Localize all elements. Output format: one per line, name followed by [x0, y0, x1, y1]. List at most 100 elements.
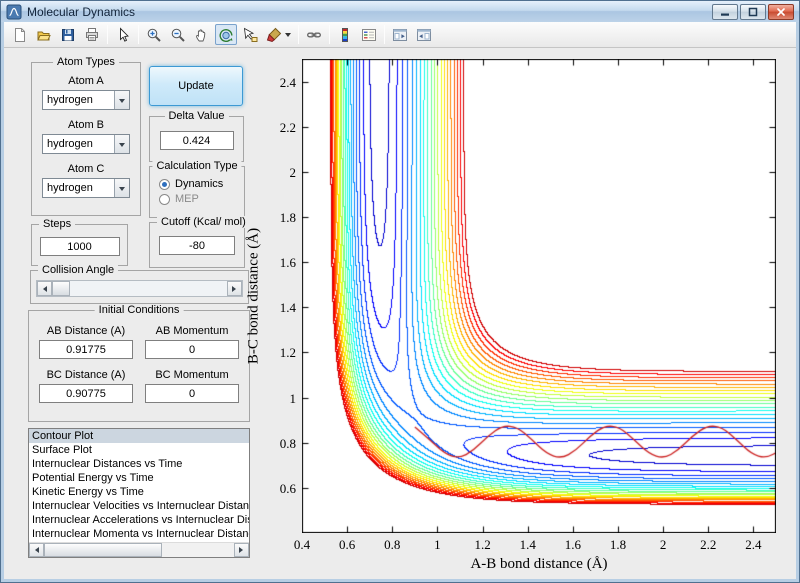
x-tick-label: 0.8: [374, 537, 410, 553]
x-tick-label: 1.2: [465, 537, 501, 553]
slider-left-arrow-button[interactable]: [37, 281, 52, 296]
y-axis-label: B-C bond distance (Å): [246, 228, 263, 364]
scroll-right-button[interactable]: [234, 543, 249, 557]
ab-momentum-field[interactable]: [145, 340, 239, 359]
dropdown-arrow-button[interactable]: [114, 91, 129, 109]
zoom-in-button[interactable]: [143, 24, 165, 45]
x-tick-label: 2.2: [690, 537, 726, 553]
slider-thumb[interactable]: [52, 281, 70, 296]
mep-label: MEP: [175, 193, 199, 205]
close-button[interactable]: [768, 4, 794, 20]
x-tick-label: 0.6: [329, 537, 365, 553]
scrollbar-thumb[interactable]: [44, 543, 162, 557]
toolbar-separator: [298, 25, 299, 44]
ab-distance-a-label: AB Distance (A): [39, 325, 133, 337]
list-item[interactable]: Surface Plot: [29, 443, 249, 457]
steps-field[interactable]: [40, 237, 120, 256]
atom-b-row: Atom Bhydrogen: [32, 119, 140, 154]
initial-conditions-grid: AB Distance (A)AB MomentumBC Distance (A…: [29, 311, 249, 411]
dynamics-radio[interactable]: Dynamics: [159, 178, 244, 190]
dynamics-label: Dynamics: [175, 178, 223, 190]
atom-a-dropdown[interactable]: hydrogen: [42, 90, 130, 110]
bc-momentum-field[interactable]: [145, 384, 239, 403]
insert-legend-icon: [361, 27, 377, 43]
list-item[interactable]: Internuclear Accelerations vs Internucle…: [29, 513, 249, 527]
atom-types-title: Atom Types: [53, 56, 119, 68]
scroll-left-button[interactable]: [29, 543, 44, 557]
atom-a-row: Atom Ahydrogen: [32, 75, 140, 110]
atom-type-rows: Atom Ahydrogen Atom Bhydrogen Atom C hydrog…: [32, 75, 140, 198]
y-tick-label: 2.4: [260, 75, 296, 91]
delta-value-field[interactable]: [160, 131, 234, 150]
insert-legend-button[interactable]: [358, 24, 380, 45]
y-tick-label: 0.6: [260, 481, 296, 497]
rotate-3d-button[interactable]: [215, 24, 237, 45]
list-item[interactable]: Internuclear Velocities vs Internuclear …: [29, 499, 249, 513]
left-arrow-icon: [32, 547, 39, 553]
list-item[interactable]: Internuclear Momenta vs Internuclear Dis…: [29, 527, 249, 541]
mep-radio[interactable]: MEP: [159, 193, 244, 205]
delta-value-title: Delta Value: [164, 110, 228, 122]
slider-right-arrow-button[interactable]: [227, 281, 242, 296]
dropdown-arrow-button[interactable]: [114, 135, 129, 153]
plot-type-listbox[interactable]: Contour PlotSurface PlotInternuclear Dis…: [28, 428, 250, 558]
atom-a-value: hydrogen: [43, 91, 114, 109]
show-plot-tools-dock-button[interactable]: [413, 24, 435, 45]
print-figure-button[interactable]: [81, 24, 103, 45]
save-figure-button[interactable]: [57, 24, 79, 45]
x-tick-label: 1: [419, 537, 455, 553]
y-tick-label: 1: [260, 391, 296, 407]
pan-button[interactable]: [191, 24, 213, 45]
insert-colorbar-icon: [337, 27, 353, 43]
dropdown-arrow-button[interactable]: [114, 179, 129, 197]
contour-plot: A-B bond distance (Å) B-C bond distance …: [302, 59, 776, 533]
collision-angle-title: Collision Angle: [38, 264, 118, 276]
brush-dropdown-caret[interactable]: [285, 33, 291, 40]
atom-b-dropdown[interactable]: hydrogen: [42, 134, 130, 154]
calculation-options: Dynamics MEP: [150, 178, 244, 205]
contour-canvas[interactable]: [302, 59, 776, 533]
cutoff-field[interactable]: [159, 236, 235, 255]
data-cursor-button[interactable]: [239, 24, 261, 45]
update-button[interactable]: Update: [149, 66, 243, 106]
data-cursor-icon: [242, 27, 258, 43]
link-plot-button[interactable]: [303, 24, 325, 45]
listbox-horizontal-scrollbar[interactable]: [29, 542, 249, 557]
toolbar-separator: [138, 25, 139, 44]
app-window: Molecular Dynamics Atom Types Atom Ahydr…: [0, 0, 800, 583]
list-item[interactable]: Internuclear Distances vs Time: [29, 457, 249, 471]
new-figure-button[interactable]: [9, 24, 31, 45]
x-tick-label: 1.8: [600, 537, 636, 553]
link-plot-icon: [306, 27, 322, 43]
edit-plot-button[interactable]: [112, 24, 134, 45]
rotate-3d-icon: [218, 27, 234, 43]
list-item[interactable]: Contour Plot: [29, 429, 249, 443]
maximize-button[interactable]: [740, 4, 766, 20]
titlebar[interactable]: Molecular Dynamics: [1, 1, 799, 22]
brush-button[interactable]: [263, 24, 294, 45]
atom-c-value: hydrogen: [43, 179, 114, 197]
hide-plot-tools-icon: [392, 27, 408, 43]
initial-conditions-title: Initial Conditions: [95, 304, 184, 316]
insert-colorbar-button[interactable]: [334, 24, 356, 45]
ab-distance-a-field[interactable]: [39, 340, 133, 359]
zoom-out-button[interactable]: [167, 24, 189, 45]
delta-value-panel: Delta Value: [149, 116, 244, 162]
list-item[interactable]: Potential Energy vs Time: [29, 471, 249, 485]
ab-momentum-label: AB Momentum: [145, 325, 239, 337]
collision-angle-slider[interactable]: [36, 280, 243, 297]
cutoff-title: Cutoff (Kcal/ mol): [157, 216, 250, 228]
toolbar-separator: [329, 25, 330, 44]
list-item[interactable]: Kinetic Energy vs Time: [29, 485, 249, 499]
bc-momentum-label: BC Momentum: [145, 369, 239, 381]
steps-panel: Steps: [31, 224, 128, 266]
minimize-button[interactable]: [712, 4, 738, 20]
chevron-down-icon: [119, 187, 125, 194]
open-file-button[interactable]: [33, 24, 55, 45]
atom-c-dropdown[interactable]: hydrogen: [42, 178, 130, 198]
bc-distance-a-field[interactable]: [39, 384, 133, 403]
right-arrow-icon: [239, 547, 246, 553]
print-figure-icon: [84, 27, 100, 43]
atom-c-label: Atom C: [32, 163, 140, 175]
hide-plot-tools-button[interactable]: [389, 24, 411, 45]
